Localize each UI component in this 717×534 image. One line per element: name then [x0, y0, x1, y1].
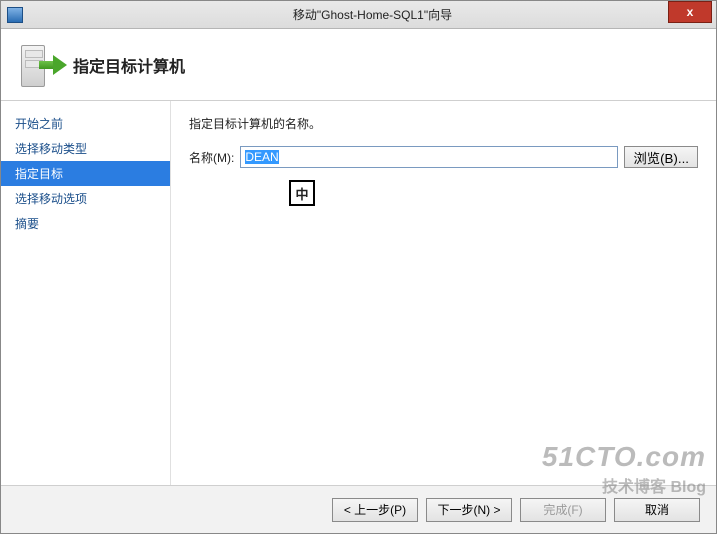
- target-name-value: DEAN: [245, 150, 278, 164]
- wizard-main-panel: 指定目标计算机的名称。 名称(M): DEAN 浏览(B)... 中: [171, 101, 716, 485]
- wizard-body: 开始之前 选择移动类型 指定目标 选择移动选项 摘要 指定目标计算机的名称。 名…: [1, 101, 716, 485]
- wizard-steps-sidebar: 开始之前 选择移动类型 指定目标 选择移动选项 摘要: [1, 101, 171, 485]
- name-row: 名称(M): DEAN 浏览(B)...: [189, 146, 698, 168]
- app-icon: [7, 7, 23, 23]
- cancel-button[interactable]: 取消: [614, 498, 700, 522]
- wizard-header: 指定目标计算机: [1, 29, 716, 101]
- browse-button[interactable]: 浏览(B)...: [624, 146, 698, 168]
- target-name-input[interactable]: DEAN: [240, 146, 618, 168]
- step-select-move-type[interactable]: 选择移动类型: [1, 136, 170, 161]
- step-select-move-options[interactable]: 选择移动选项: [1, 186, 170, 211]
- server-move-icon: [17, 41, 65, 89]
- close-icon: x: [687, 5, 694, 19]
- name-label: 名称(M):: [189, 149, 234, 166]
- previous-button[interactable]: < 上一步(P): [332, 498, 418, 522]
- close-button[interactable]: x: [668, 1, 712, 23]
- wizard-window: 移动"Ghost-Home-SQL1"向导 x 指定目标计算机 开始之前 选择移…: [0, 0, 717, 534]
- wizard-footer: < 上一步(P) 下一步(N) > 完成(F) 取消: [1, 485, 716, 533]
- titlebar: 移动"Ghost-Home-SQL1"向导 x: [1, 1, 716, 29]
- ime-indicator[interactable]: 中: [289, 180, 315, 206]
- next-button[interactable]: 下一步(N) >: [426, 498, 512, 522]
- finish-button: 完成(F): [520, 498, 606, 522]
- step-summary[interactable]: 摘要: [1, 211, 170, 236]
- window-title: 移动"Ghost-Home-SQL1"向导: [29, 6, 716, 23]
- page-title: 指定目标计算机: [73, 53, 185, 77]
- step-specify-target[interactable]: 指定目标: [1, 161, 170, 186]
- step-before-begin[interactable]: 开始之前: [1, 111, 170, 136]
- instruction-text: 指定目标计算机的名称。: [189, 115, 698, 132]
